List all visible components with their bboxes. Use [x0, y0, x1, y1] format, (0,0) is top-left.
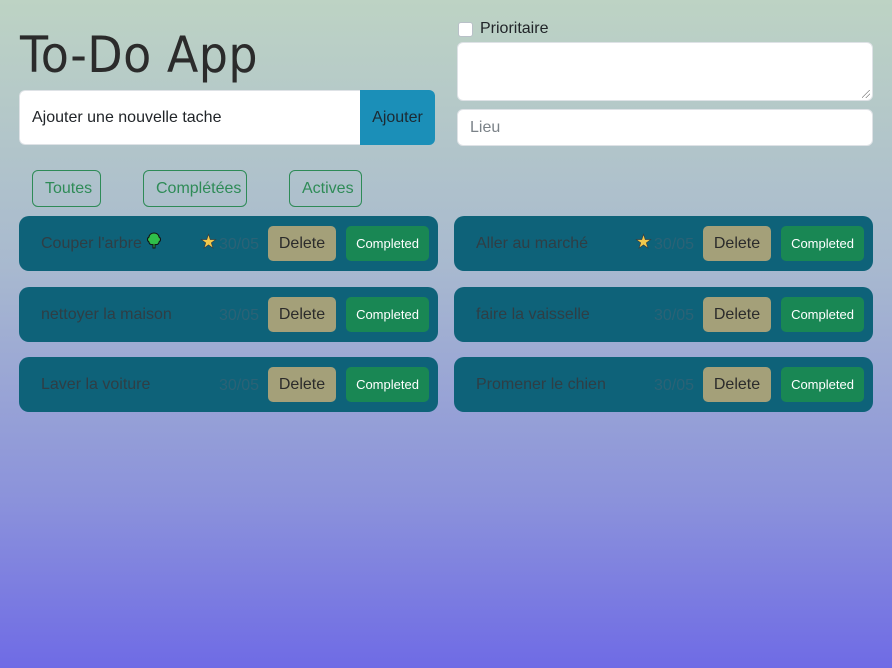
- delete-button[interactable]: Delete: [703, 226, 771, 261]
- delete-button[interactable]: Delete: [703, 367, 771, 402]
- add-task-button[interactable]: Ajouter: [360, 90, 435, 145]
- task-date: 30/05: [219, 236, 260, 253]
- description-textarea[interactable]: [457, 42, 873, 101]
- priority-checkbox-row[interactable]: Prioritaire: [458, 20, 548, 38]
- task-title: Aller au marché: [476, 235, 589, 252]
- delete-button[interactable]: Delete: [268, 367, 336, 402]
- task-date: 30/05: [219, 377, 260, 394]
- task-title: faire la vaisselle: [476, 306, 590, 323]
- resize-grip-icon[interactable]: [862, 90, 870, 98]
- add-task-group: Ajouter: [19, 90, 435, 145]
- task-title: Couper l'arbre: [41, 216, 162, 271]
- task-date: 30/05: [654, 307, 695, 324]
- task-title: Laver la voiture: [41, 376, 151, 393]
- completed-button[interactable]: Completed: [346, 367, 429, 402]
- task-date: 30/05: [654, 236, 695, 253]
- completed-button[interactable]: Completed: [346, 226, 429, 261]
- priority-star-icon: ★: [200, 232, 218, 253]
- task-title: Promener le chien: [476, 376, 606, 393]
- delete-button[interactable]: Delete: [703, 297, 771, 332]
- filter-all-button[interactable]: Toutes: [32, 170, 101, 207]
- task-date: 30/05: [219, 307, 260, 324]
- completed-button[interactable]: Completed: [781, 367, 864, 402]
- task-card: faire la vaisselle 30/05 Delete Complete…: [454, 287, 873, 342]
- priority-label: Prioritaire: [480, 20, 549, 37]
- completed-button[interactable]: Completed: [346, 297, 429, 332]
- filter-active-button[interactable]: Actives: [289, 170, 362, 207]
- location-input[interactable]: [457, 109, 873, 146]
- tree-icon: [146, 232, 161, 249]
- page-title: To-Do App: [20, 26, 259, 84]
- filter-completed-button[interactable]: Complétées: [143, 170, 247, 207]
- task-card: nettoyer la maison 30/05 Delete Complete…: [19, 287, 438, 342]
- delete-button[interactable]: Delete: [268, 297, 336, 332]
- task-card: Couper l'arbre ★ 30/05 Delete Completed: [19, 216, 438, 271]
- priority-checkbox[interactable]: [458, 21, 473, 37]
- delete-button[interactable]: Delete: [268, 226, 336, 261]
- priority-star-icon: ★: [635, 232, 653, 253]
- new-task-input[interactable]: [19, 90, 360, 145]
- task-card: Laver la voiture 30/05 Delete Completed: [19, 357, 438, 412]
- task-card: Aller au marché ★ 30/05 Delete Completed: [454, 216, 873, 271]
- task-card: Promener le chien 30/05 Delete Completed: [454, 357, 873, 412]
- task-date: 30/05: [654, 377, 695, 394]
- task-title: nettoyer la maison: [41, 306, 172, 323]
- completed-button[interactable]: Completed: [781, 226, 864, 261]
- completed-button[interactable]: Completed: [781, 297, 864, 332]
